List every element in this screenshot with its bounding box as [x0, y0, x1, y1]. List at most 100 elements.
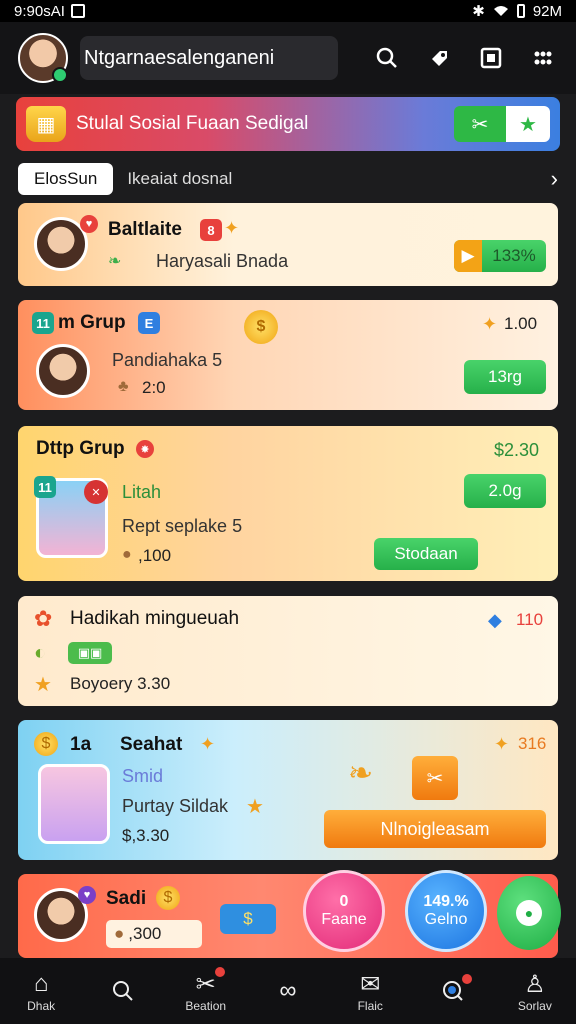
amount: ,300 — [128, 924, 162, 943]
leaf-icon: ◐ — [34, 642, 47, 664]
star-icon: ✦ — [224, 218, 240, 238]
coin-icon: $ — [243, 909, 253, 928]
nav-label: Beation — [185, 999, 227, 1013]
add-button[interactable]: ● — [497, 876, 561, 950]
notification-dot — [461, 974, 472, 984]
group-card[interactable]: Dttp Grup ✸ $2.30 11 ✕ Litah 2.0g Rept s… — [18, 426, 558, 581]
bag-icon: ● — [114, 924, 125, 943]
status-label: Litah — [122, 482, 162, 502]
avatar — [36, 344, 90, 398]
coin-icon: $ — [34, 732, 58, 756]
basket-icon: ▦ — [26, 106, 66, 142]
percent-value: 133% — [492, 246, 536, 265]
feed-top: 0 — [339, 893, 349, 910]
notification-icon — [70, 4, 85, 18]
banner-text: Stulal Sosial Fuaan Sedigal — [76, 113, 309, 134]
nav-chat[interactable] — [421, 974, 485, 1006]
group-card[interactable]: ♥ Baltlaite 8 ✦ ❧ Haryasali Bnada ▶ 133% — [18, 203, 558, 286]
group-icon: 11 — [32, 312, 54, 334]
chevron-right-icon[interactable]: › — [551, 166, 558, 192]
group-card[interactable]: $ 1a Seahat ✦ ✦ 316 Smid Purtay Sildak ★… — [18, 720, 558, 860]
share-button[interactable]: 149.% Gelno — [405, 870, 487, 952]
link-icon: ∞ — [279, 977, 297, 1004]
card-title: Seahat — [120, 734, 183, 755]
nav-label: Sorlav — [517, 999, 552, 1013]
card-title: Sadi — [106, 888, 147, 909]
online-indicator — [52, 67, 68, 83]
tag-icon[interactable] — [424, 43, 454, 73]
profile-icon: ♙ — [524, 970, 546, 998]
leaf-icon: ❧ — [108, 253, 122, 270]
nav-profile[interactable]: ♙ Sorlav — [503, 969, 567, 1014]
heart-icon: ♥ — [78, 886, 96, 904]
tools-button[interactable]: ✂ — [412, 756, 458, 800]
value-button[interactable]: 2.0g — [464, 474, 546, 508]
fish-icon: ❧ — [348, 757, 374, 790]
card-line2: Purtay Sildak — [122, 796, 229, 816]
card-title: m Grup — [58, 312, 126, 333]
tag-icon: ◆ — [488, 610, 502, 630]
badge-icon: 8 — [200, 219, 222, 241]
search-icon[interactable] — [372, 43, 402, 73]
bag-icon: ♣ — [118, 378, 129, 395]
share-top: 149.% — [423, 893, 469, 910]
member-name: Pandiahaka 5 — [112, 350, 223, 370]
mail-icon: ✉ — [360, 970, 381, 998]
group-icon: 11 — [34, 476, 56, 498]
close-icon: ✕ — [84, 480, 108, 504]
play-icon: ● — [516, 900, 542, 926]
card-line: Boyoery 3.30 — [70, 674, 171, 693]
coins-button[interactable]: $ — [220, 904, 276, 934]
nav-link[interactable]: ∞ — [256, 976, 320, 1006]
wifi-icon — [493, 6, 508, 16]
app-title: Ntgarnaesalenganeni — [80, 36, 338, 80]
primary-action-button[interactable]: Nlnoigleasam — [324, 810, 546, 848]
filter-label[interactable]: Ikeaiat dosnal — [127, 169, 232, 189]
copy-icon[interactable] — [476, 43, 506, 73]
flower-icon: ✿ — [34, 606, 53, 631]
home-icon: ⌂ — [33, 970, 49, 997]
more-icon[interactable] — [528, 43, 558, 73]
percent-badge[interactable]: ▶ 133% — [454, 240, 546, 272]
status-bar: 9:90sAI ✱ 92M — [0, 0, 576, 22]
nav-search[interactable] — [91, 976, 155, 1006]
feed-button[interactable]: 0 Faane — [303, 870, 385, 952]
star-icon: ★ — [519, 113, 537, 136]
card-title-prefix: 1a — [70, 734, 92, 755]
amount: 2:0 — [142, 378, 166, 397]
action-button[interactable]: Stodaan — [374, 538, 478, 570]
group-card[interactable]: 11 m Grup E $ ✦ 1.00 Pandiahaka 5 ♣ 2:0 … — [18, 300, 558, 410]
coin-icon: $ — [244, 310, 278, 344]
nav-home[interactable]: ⌂ Dhak — [9, 969, 73, 1013]
filter-chip[interactable]: ElosSun — [18, 163, 114, 195]
filter-row: ElosSun Ikeaiat dosnal › — [18, 162, 558, 196]
star-icon: ✦ — [494, 734, 510, 754]
battery-icon — [516, 4, 525, 18]
profile-avatar[interactable] — [18, 33, 68, 83]
feed-label: Faane — [321, 911, 367, 928]
banner-tools-button[interactable]: ✂ — [454, 106, 506, 142]
share-label: Gelno — [424, 911, 468, 928]
amount: ,100 — [138, 546, 172, 565]
coin-icon: $ — [156, 886, 180, 910]
nav-tools[interactable]: ✂ Beation — [174, 967, 238, 1013]
bluetooth-icon: ✱ — [472, 3, 485, 20]
promo-banner[interactable]: ▦ Stulal Sosial Fuaan Sedigal ✂ ★ — [16, 97, 560, 151]
member-name: Rept seplake 5 — [122, 516, 243, 536]
badge-icon: E — [138, 312, 160, 334]
play-icon: ▶ — [454, 240, 482, 272]
notification-dot — [214, 967, 225, 977]
tag-badge: ▣▣ — [68, 642, 112, 664]
card-subtitle: Haryasali Bnada — [156, 251, 289, 271]
amount-field: ● ,300 — [106, 920, 202, 948]
banner-star-button[interactable]: ★ — [506, 106, 550, 142]
chat-icon — [438, 974, 472, 1006]
tools-icon: ✂ — [426, 767, 444, 790]
star-icon: ✦ — [482, 314, 498, 334]
join-button[interactable]: 13rg — [464, 360, 546, 394]
group-card[interactable]: ✿ Hadikah mingueuah ◆ 110 ◐ ▣▣ ★ Boyoery… — [18, 596, 558, 706]
nav-mail[interactable]: ✉ Flaic — [338, 969, 402, 1014]
tools-icon: ✂ — [471, 113, 489, 136]
card-value: 316 — [518, 734, 547, 753]
star-icon: ★ — [246, 796, 264, 818]
